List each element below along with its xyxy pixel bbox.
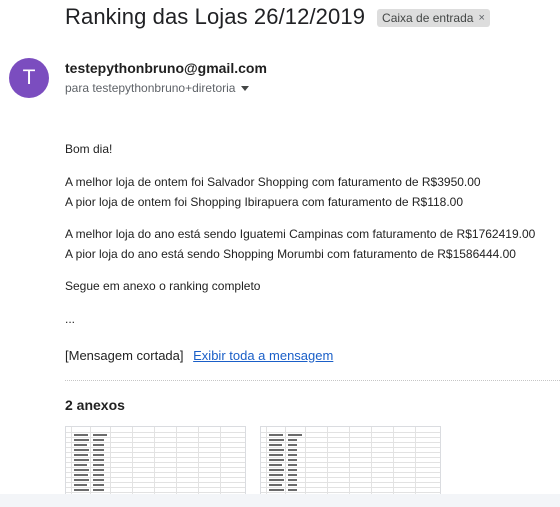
recipient-text: para testepythonbruno+diretoria (65, 81, 236, 95)
attachments-title: 2 anexos (65, 397, 125, 413)
best-store-year-line: A melhor loja do ano está sendo Iguatemi… (65, 227, 536, 241)
best-store-yesterday-line: A melhor loja de ontem foi Salvador Shop… (65, 175, 481, 189)
inbox-label-chip[interactable]: Caixa de entrada × (377, 9, 490, 27)
remove-label-icon[interactable]: × (478, 12, 484, 24)
ellipsis-line[interactable]: ... (65, 312, 75, 326)
spreadsheet-preview-icon (261, 427, 440, 497)
attachment-thumbnail-1[interactable] (65, 426, 246, 498)
attachment-thumbnail-2[interactable] (260, 426, 441, 498)
bottom-panel-edge (0, 494, 560, 507)
sender-email[interactable]: testepythonbruno@gmail.com (65, 60, 267, 76)
inbox-label-text: Caixa de entrada (382, 11, 474, 25)
show-details-icon[interactable] (241, 85, 250, 91)
spreadsheet-preview-icon (66, 427, 245, 497)
email-subject: Ranking das Lojas 26/12/2019 (65, 4, 366, 29)
worst-store-year-line: A pior loja do ano está sendo Shopping M… (65, 247, 516, 261)
attachments-divider (65, 380, 560, 381)
worst-store-yesterday-line: A pior loja de ontem foi Shopping Ibirap… (65, 195, 464, 209)
sender-avatar[interactable]: T (9, 58, 49, 98)
view-full-message-link[interactable]: Exibir toda a mensagem (193, 348, 333, 363)
truncated-notice: [Mensagem cortada] Exibir toda a mensage… (65, 348, 333, 363)
subject-row: Ranking das Lojas 26/12/2019 Caixa de en… (65, 4, 490, 30)
greeting-line: Bom dia! (65, 142, 113, 156)
recipient-line: para testepythonbruno+diretoria (65, 81, 250, 95)
truncated-text: [Mensagem cortada] (65, 348, 184, 363)
attachment-note-line: Segue em anexo o ranking completo (65, 279, 261, 293)
